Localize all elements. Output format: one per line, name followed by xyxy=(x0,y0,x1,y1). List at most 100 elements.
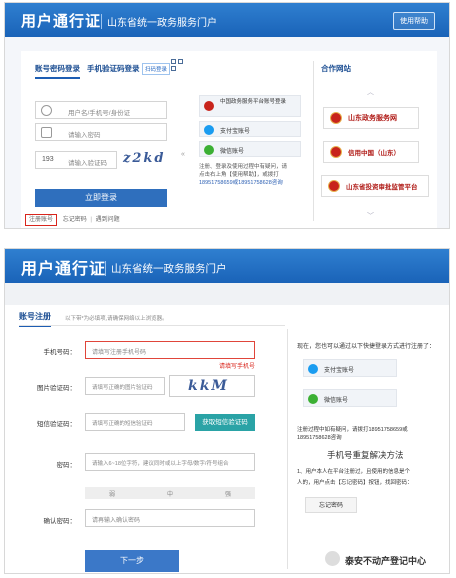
tab-password-login[interactable]: 账号密码登录 xyxy=(35,63,80,79)
user-icon xyxy=(41,105,52,116)
register-hint: 以下带*为必填项,请确保网络以上浏览器。 xyxy=(65,316,168,322)
wechat-icon xyxy=(204,145,214,155)
portal-subtitle: 山东省统一政务服务门户 xyxy=(105,261,227,276)
login-help-note: 注册、登录及使用过程中有疑问，请 点击右上角【使用帮助】，或拨打 1895175… xyxy=(199,163,305,187)
register-header: 用户通行证 山东省统一政务服务门户 xyxy=(5,249,449,283)
forgot-password-button[interactable]: 忘记密码 xyxy=(305,497,357,513)
note-line-1: 注册、登录及使用过程中有疑问，请 xyxy=(199,164,288,170)
forgot-password-link[interactable]: 忘记密码 xyxy=(63,217,87,223)
faq-link[interactable]: 遇到问题 xyxy=(96,217,120,223)
captcha-image[interactable]: z2kd xyxy=(123,151,166,166)
login-panel: 账号密码登录 手机验证码登录 扫码登录 用户名/手机号/身份证 请输入密码 19… xyxy=(21,51,437,228)
confirm-password-input[interactable]: 请再输入确认密码 xyxy=(85,509,255,527)
partner-credit-china[interactable]: 信用中国（山东） xyxy=(323,141,419,163)
strength-medium: 中 xyxy=(167,492,174,498)
gov-platform-label: 中国政务服务平台账号登录 xyxy=(220,99,287,105)
password-placeholder: 请输入6~18位字符，建议同时或以上字母/数字/符号组合 xyxy=(92,461,229,467)
password-field[interactable]: 请输入密码 xyxy=(35,123,167,141)
partner-label: 山东政务服务网 xyxy=(348,115,397,122)
captcha-image-box[interactable]: kkM xyxy=(169,375,255,397)
image-code-input[interactable]: 请填写正确的图片验证码 xyxy=(85,377,165,395)
username-placeholder: 用户名/手机号/身份证 xyxy=(68,110,131,117)
quick-register-intro: 现在，您也可以通过以下快捷登录方式进行注册了： xyxy=(297,344,436,350)
partners-title: 合作网站 xyxy=(321,64,351,73)
image-code-placeholder: 请填写正确的图片验证码 xyxy=(92,385,153,391)
next-button[interactable]: 下一步 xyxy=(85,550,179,572)
header-band xyxy=(5,283,449,305)
wechat-register[interactable]: 微信账号 xyxy=(303,389,397,407)
image-code-label: 图片验证码： xyxy=(37,385,76,392)
title-divider xyxy=(19,325,285,326)
get-sms-code-button[interactable]: 获取短信验证码 xyxy=(195,414,255,431)
gov-emblem-icon xyxy=(328,180,340,192)
captcha-prefix: 193 xyxy=(42,156,54,163)
sms-code-label: 短信验证码： xyxy=(37,421,76,428)
register-screenshot: 用户通行证 山东省统一政务服务门户 账号注册 以下带*为必填项,请确保网络以上浏… xyxy=(4,248,450,574)
wechat-login[interactable]: 微信账号 xyxy=(199,141,301,157)
partner-label: 信用中国（山东） xyxy=(348,150,400,157)
gov-emblem-icon xyxy=(204,101,214,111)
divider xyxy=(287,329,288,569)
chevrons-icon: « xyxy=(181,151,185,158)
captcha-image: kkM xyxy=(188,378,229,394)
wechat-label: 微信账号 xyxy=(220,149,245,155)
password-input[interactable]: 请输入6~18位字符，建议同时或以上字母/数字/符号组合 xyxy=(85,453,255,471)
confirm-password-label: 确认密码： xyxy=(43,518,77,525)
note-line-1: 注册过程中如有疑问，请拨打18951758659或 xyxy=(297,427,408,433)
wechat-icon xyxy=(308,394,318,404)
login-screenshot: 用户通行证 山东省统一政务服务门户 使用帮助 账号密码登录 手机验证码登录 扫码… xyxy=(4,2,450,229)
alipay-register[interactable]: 支付宝账号 xyxy=(303,359,397,377)
brand-logo: 用户通行证 xyxy=(21,13,102,30)
watermark: 泰安不动产登记中心 xyxy=(345,556,427,566)
login-header: 用户通行证 山东省统一政务服务门户 使用帮助 xyxy=(5,3,449,37)
duplicate-phone-steps: 1、用户本人在平台注册过，且使用的信息是个 人的，用户点击【忘记密码】按钮，找回… xyxy=(297,467,447,489)
username-field[interactable]: 用户名/手机号/身份证 xyxy=(35,101,167,119)
password-strength-meter: 弱 中 强 xyxy=(85,487,255,499)
captcha-field[interactable]: 193 请输入验证码 xyxy=(35,151,117,169)
duplicate-phone-title: 手机号重复解决方法 xyxy=(327,450,404,460)
note-line-2: 18951758628咨询 xyxy=(297,435,342,441)
alipay-label: 支付宝账号 xyxy=(324,368,355,374)
qr-code-icon[interactable] xyxy=(171,59,183,71)
wechat-watermark-icon xyxy=(325,551,340,566)
alipay-label: 支付宝账号 xyxy=(220,129,251,135)
phone-error: 请填写手机号 xyxy=(219,364,256,370)
sms-code-input[interactable]: 请填写正确的短信验证码 xyxy=(85,413,185,431)
alipay-icon xyxy=(308,364,318,374)
alipay-login[interactable]: 支付宝账号 xyxy=(199,121,301,137)
alipay-icon xyxy=(204,125,214,135)
strength-strong: 强 xyxy=(225,492,232,498)
divider xyxy=(313,61,314,221)
wechat-label: 微信账号 xyxy=(324,398,349,404)
portal-subtitle: 山东省统一政务服务门户 xyxy=(101,14,217,29)
strength-weak: 弱 xyxy=(109,492,116,498)
note-line-3: 18951758659或18951758628咨询 xyxy=(199,180,283,186)
tab-sms-login[interactable]: 手机验证码登录 xyxy=(87,63,140,74)
help-button[interactable]: 使用帮助 xyxy=(393,12,435,30)
login-links: 注册账号 忘记密码 | 遇到问题 xyxy=(25,214,120,226)
partner-label: 山东省投资审批监管平台 xyxy=(346,184,418,191)
gov-platform-login[interactable]: 中国政务服务平台账号登录 xyxy=(199,95,301,117)
phone-label: 手机号码： xyxy=(43,349,77,356)
login-button[interactable]: 立即登录 xyxy=(35,189,167,207)
chevron-down-icon[interactable]: ﹀ xyxy=(367,211,374,221)
sms-code-placeholder: 请填写正确的短信验证码 xyxy=(92,421,153,427)
confirm-password-placeholder: 请再输入确认密码 xyxy=(92,518,141,524)
chevron-up-icon[interactable]: ︿ xyxy=(367,87,374,97)
lock-icon xyxy=(41,127,52,138)
phone-input[interactable]: 请填写注册手机号码 xyxy=(85,341,255,359)
qr-login-tag[interactable]: 扫码登录 xyxy=(142,63,171,75)
gov-emblem-icon xyxy=(330,112,342,124)
register-help-note: 注册过程中如有疑问，请拨打18951758659或 18951758628咨询 xyxy=(297,426,447,442)
password-label: 密码： xyxy=(56,462,77,469)
gov-emblem-icon xyxy=(330,146,342,158)
step-line-2: 人的，用户点击【忘记密码】按钮，找回密码： xyxy=(297,480,413,486)
partner-sd-gov[interactable]: 山东政务服务网 xyxy=(323,107,419,129)
brand-logo: 用户通行证 xyxy=(21,261,107,278)
note-line-2: 点击右上角【使用帮助】，或拨打 xyxy=(199,172,279,178)
password-placeholder: 请输入密码 xyxy=(68,132,101,139)
captcha-placeholder: 请输入验证码 xyxy=(68,160,107,167)
partner-investment-platform[interactable]: 山东省投资审批监管平台 xyxy=(321,175,429,197)
phone-placeholder: 请填写注册手机号码 xyxy=(92,350,147,356)
register-link[interactable]: 注册账号 xyxy=(25,214,58,226)
